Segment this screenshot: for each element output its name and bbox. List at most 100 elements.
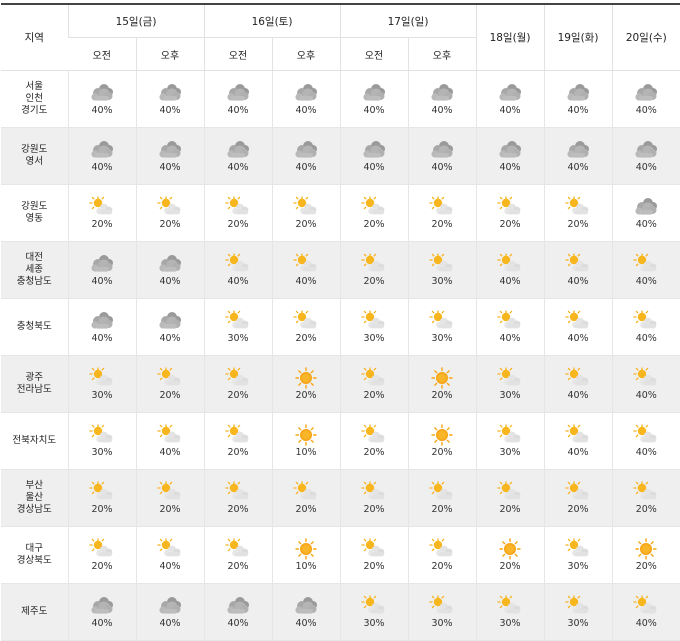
cloudy-icon	[157, 139, 183, 161]
partly-cloudy-icon	[361, 424, 387, 446]
precipitation-chance: 40%	[159, 105, 181, 116]
partly-cloudy-icon	[89, 481, 115, 503]
cloudy-icon	[497, 82, 523, 104]
forecast-cell: 20%	[611, 469, 680, 527]
partly-cloudy-icon	[429, 538, 455, 560]
pm-header: 오후	[135, 37, 204, 71]
forecast-cell: 40%	[135, 526, 204, 584]
partly-cloudy-icon	[361, 310, 387, 332]
region-label: 강원도 영서	[21, 144, 48, 167]
partly-cloudy-icon	[157, 538, 183, 560]
forecast-cell: 40%	[67, 298, 136, 356]
forecast-cell: 40%	[135, 412, 204, 470]
cloudy-icon	[157, 82, 183, 104]
forecast-cell: 10%	[271, 412, 340, 470]
precipitation-chance: 40%	[635, 219, 657, 230]
forecast-cell: 40%	[543, 355, 612, 413]
precipitation-chance: 20%	[363, 390, 385, 401]
forecast-cell: 30%	[543, 526, 612, 584]
day-header: 18일(월)	[475, 3, 544, 71]
table-row: 충청북도 40% 40% 30% 20% 30% 30% 40% 40% 40%	[1, 298, 680, 356]
am-header: 오전	[203, 37, 272, 71]
forecast-cell: 40%	[203, 127, 272, 185]
region-cell: 서울 인천 경기도	[1, 70, 68, 128]
sunny-icon	[497, 538, 523, 560]
partly-cloudy-icon	[361, 253, 387, 275]
forecast-cell: 40%	[543, 70, 612, 128]
forecast-cell: 20%	[203, 355, 272, 413]
forecast-cell: 20%	[135, 184, 204, 242]
forecast-cell: 40%	[271, 70, 340, 128]
precipitation-chance: 40%	[567, 162, 589, 173]
partly-cloudy-icon	[633, 481, 659, 503]
forecast-cell: 40%	[611, 583, 680, 641]
precipitation-chance: 40%	[635, 333, 657, 344]
region-label: 대구 경상북도	[16, 543, 52, 566]
table-row: 부산 울산 경상남도 20% 20% 20% 20% 20% 20% 20% 20% 20%	[1, 469, 680, 527]
precipitation-chance: 40%	[295, 276, 317, 287]
precipitation-chance: 20%	[431, 390, 453, 401]
am-header: 오전	[68, 37, 136, 71]
partly-cloudy-icon	[225, 424, 251, 446]
partly-cloudy-icon	[633, 424, 659, 446]
region-label: 전북자치도	[12, 435, 57, 446]
forecast-cell: 40%	[475, 298, 544, 356]
precipitation-chance: 40%	[227, 105, 249, 116]
partly-cloudy-icon	[293, 253, 319, 275]
forecast-cell: 40%	[611, 127, 680, 185]
partly-cloudy-icon	[361, 538, 387, 560]
precipitation-chance: 40%	[91, 276, 113, 287]
table-row: 전북자치도 30% 40% 20% 10% 20% 20% 30% 40% 40%	[1, 412, 680, 470]
cloudy-icon	[157, 253, 183, 275]
precipitation-chance: 20%	[431, 504, 453, 515]
forecast-cell: 40%	[203, 583, 272, 641]
precipitation-chance: 20%	[91, 561, 113, 572]
forecast-cell: 20%	[339, 526, 408, 584]
precipitation-chance: 20%	[499, 504, 521, 515]
precipitation-chance: 20%	[91, 219, 113, 230]
precipitation-chance: 20%	[159, 504, 181, 515]
partly-cloudy-icon	[157, 367, 183, 389]
forecast-cell: 20%	[407, 526, 476, 584]
precipitation-chance: 40%	[567, 276, 589, 287]
partly-cloudy-icon	[633, 367, 659, 389]
forecast-cell: 30%	[339, 583, 408, 641]
precipitation-chance: 30%	[499, 618, 521, 629]
forecast-cell: 40%	[407, 127, 476, 185]
precipitation-chance: 20%	[227, 504, 249, 515]
precipitation-chance: 20%	[227, 219, 249, 230]
table-row: 대전 세종 충청남도 40% 40% 40% 40% 20% 30% 40% 40% 40%	[1, 241, 680, 299]
forecast-cell: 40%	[135, 583, 204, 641]
forecast-cell: 20%	[407, 412, 476, 470]
precipitation-chance: 20%	[499, 561, 521, 572]
day-header: 20일(수)	[611, 3, 680, 71]
precipitation-chance: 20%	[363, 219, 385, 230]
forecast-cell: 30%	[407, 298, 476, 356]
region-header: 지역	[1, 3, 68, 71]
precipitation-chance: 40%	[91, 618, 113, 629]
forecast-cell: 40%	[67, 127, 136, 185]
region-cell: 강원도 영동	[1, 184, 68, 242]
cloudy-icon	[429, 139, 455, 161]
precipitation-chance: 40%	[499, 276, 521, 287]
precipitation-chance: 30%	[567, 618, 589, 629]
forecast-cell: 20%	[475, 469, 544, 527]
partly-cloudy-icon	[565, 481, 591, 503]
sunny-icon	[293, 424, 319, 446]
cloudy-icon	[293, 82, 319, 104]
region-cell: 대구 경상북도	[1, 526, 68, 584]
precipitation-chance: 20%	[227, 447, 249, 458]
cloudy-icon	[565, 82, 591, 104]
forecast-cell: 20%	[271, 184, 340, 242]
precipitation-chance: 40%	[499, 105, 521, 116]
forecast-cell: 40%	[339, 127, 408, 185]
partly-cloudy-icon	[293, 310, 319, 332]
forecast-cell: 20%	[339, 412, 408, 470]
partly-cloudy-icon	[497, 196, 523, 218]
precipitation-chance: 20%	[295, 390, 317, 401]
partly-cloudy-icon	[497, 595, 523, 617]
precipitation-chance: 20%	[635, 561, 657, 572]
sunny-icon	[633, 538, 659, 560]
region-cell: 제주도	[1, 583, 68, 641]
region-cell: 대전 세종 충청남도	[1, 241, 68, 299]
